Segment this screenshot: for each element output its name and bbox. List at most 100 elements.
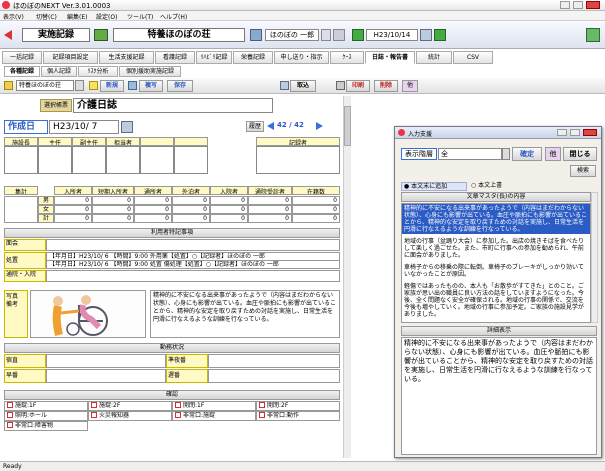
prev-page-icon[interactable] <box>267 122 274 130</box>
other-button[interactable]: 他 <box>402 80 418 92</box>
location-select[interactable]: 特養ほのぼの荘 <box>16 80 74 91</box>
detail-text[interactable]: 精神的に不安になる出来事があったようで（内容はまだわからない状態）、心身にも影響… <box>401 337 597 455</box>
panel-close-button[interactable]: 閉じる <box>563 147 597 161</box>
special-treatment-line2[interactable]: 【年月日】H23/10/ 6 【時間】9:00 処置 傷処理【処置】○【記録者】… <box>46 260 340 269</box>
stats-cell[interactable]: 0 <box>54 196 92 205</box>
tab-csv[interactable]: CSV <box>453 51 493 64</box>
date-calendar-icon[interactable] <box>121 121 133 133</box>
stats-cell[interactable]: 0 <box>134 214 172 223</box>
history-button[interactable]: 履歴 <box>246 121 264 132</box>
approval-stamp[interactable] <box>174 146 208 174</box>
panel-other-button[interactable]: 他 <box>545 147 561 161</box>
checkbox-icon[interactable] <box>7 412 13 418</box>
menu-settings[interactable]: 設定(O) <box>96 12 117 21</box>
level-dropdown-icon[interactable] <box>502 148 510 160</box>
panel-close-icon[interactable] <box>583 129 597 136</box>
back-arrow-icon[interactable] <box>4 30 12 40</box>
tab-item-settings[interactable]: 記録項目設定 <box>43 51 98 64</box>
master-scrollbar[interactable] <box>591 192 598 323</box>
tab-life-support[interactable]: 生活支援記録 <box>99 51 154 64</box>
checkbox-icon[interactable] <box>91 402 97 408</box>
date-next-icon[interactable] <box>434 29 446 41</box>
stats-cell[interactable]: 0 <box>248 196 292 205</box>
tab-diary[interactable]: 日誌・報告書 <box>365 51 415 64</box>
stats-cell[interactable]: 0 <box>172 214 210 223</box>
date-field[interactable]: H23/10/ 7 <box>49 120 119 134</box>
master-list[interactable]: 精神的に不安になる出来事があったようで（内容はまだわからない状態）、心身にも影響… <box>401 203 591 323</box>
calendar-icon[interactable] <box>420 29 432 41</box>
checkbox-icon[interactable] <box>7 402 13 408</box>
confirm-item[interactable]: 開閉:2F <box>256 401 340 411</box>
confirm-item[interactable]: 開閉:1F <box>172 401 256 411</box>
tab-bulk[interactable]: 一括記録 <box>2 51 42 64</box>
record-icon[interactable] <box>94 29 108 41</box>
location-dropdown-icon[interactable] <box>75 80 84 91</box>
activity-night-value[interactable] <box>46 354 166 368</box>
checkbox-icon[interactable] <box>91 412 97 418</box>
photo-notes[interactable]: 精神的に不安になる出来事があったようで（内容はまだわからない状態）、心身にも影響… <box>150 290 340 338</box>
checkbox-icon[interactable] <box>259 402 265 408</box>
master-list-item[interactable]: ボールゲーム中しすから転倒。体の左側面を打ち、痛みを訴えたため、湿布をして様子を… <box>402 322 590 323</box>
radio-append[interactable]: ● 本文末に追加 <box>401 182 467 191</box>
stats-cell[interactable]: 0 <box>210 214 248 223</box>
print-button[interactable]: 印刷 <box>346 80 370 92</box>
activity-early-value[interactable] <box>46 369 166 383</box>
special-visit-value[interactable] <box>46 239 340 251</box>
recorder-field[interactable] <box>256 146 340 174</box>
tab-case[interactable]: ｹｰｽ <box>330 51 364 64</box>
tab-rehab[interactable]: ﾘﾊﾋﾞﾘ記録 <box>196 51 232 64</box>
panel-maximize-icon[interactable] <box>570 129 580 136</box>
level-select[interactable]: 全 <box>438 148 502 160</box>
user-switch-icon[interactable] <box>333 29 345 41</box>
stats-cell[interactable]: 0 <box>292 205 340 214</box>
stats-cell[interactable]: 0 <box>54 214 92 223</box>
menu-tools[interactable]: ツール(T) <box>127 12 153 21</box>
stats-cell[interactable]: 0 <box>172 196 210 205</box>
stats-cell[interactable]: 0 <box>54 205 92 214</box>
confirm-item[interactable]: 照明:ホール <box>4 411 88 421</box>
copy-button[interactable]: 複写 <box>139 80 163 92</box>
stats-cell[interactable]: 0 <box>292 214 340 223</box>
scroll-thumb[interactable] <box>344 106 351 146</box>
stats-cell[interactable]: 0 <box>92 214 134 223</box>
confirm-item[interactable]: 施錠:2F <box>88 401 172 411</box>
menu-view[interactable]: 表示(V) <box>3 12 24 21</box>
import-button[interactable]: 取込 <box>290 80 316 92</box>
stats-cell[interactable]: 0 <box>292 196 340 205</box>
special-hospital-value[interactable] <box>46 270 340 282</box>
activity-semi-value[interactable] <box>208 354 340 368</box>
user-select-icon[interactable] <box>321 29 331 41</box>
checkbox-icon[interactable] <box>175 402 181 408</box>
stats-cell[interactable]: 0 <box>92 196 134 205</box>
tab-nutrition[interactable]: 栄養記録 <box>233 51 273 64</box>
main-scrollbar[interactable] <box>343 96 351 458</box>
close-icon[interactable] <box>586 1 600 9</box>
master-list-item[interactable]: 軽傷ではあったものの、本人も「お散歩がすてきた」とのこと。ご家族が思い出の職員に… <box>402 282 590 319</box>
master-list-item[interactable]: 地域の行事（盆踊り大会）に参加した。出店の焼きそばを食べたりして楽しく過ごせた。… <box>402 237 590 260</box>
approval-stamp[interactable] <box>140 146 174 174</box>
approval-stamp[interactable] <box>106 146 140 174</box>
maximize-icon[interactable] <box>573 1 583 9</box>
confirm-button[interactable]: 確定 <box>512 147 542 161</box>
confirm-item[interactable]: 火災報知器 <box>88 411 172 421</box>
master-list-item[interactable]: 精神的に不安になる出来事があったようで（内容はまだわからない状態）、心身にも影響… <box>402 204 590 234</box>
stats-cell[interactable]: 0 <box>210 196 248 205</box>
menu-help[interactable]: ヘルプ(H) <box>160 12 187 21</box>
panel-minimize-icon[interactable] <box>557 129 567 136</box>
subtab-individual[interactable]: 個別援助実施記録 <box>119 66 181 77</box>
master-list-item[interactable]: 車椅子からの移乗の際に転倒。車椅子のブレーキがしっかり効いていなかったことが原因… <box>402 263 590 279</box>
stats-cell[interactable]: 0 <box>248 214 292 223</box>
stats-cell[interactable]: 0 <box>172 205 210 214</box>
stats-cell[interactable]: 0 <box>134 205 172 214</box>
save-button[interactable]: 保存 <box>167 80 193 92</box>
stats-cell[interactable]: 0 <box>134 196 172 205</box>
activity-late-value[interactable] <box>208 369 340 383</box>
checkbox-icon[interactable] <box>259 412 265 418</box>
checkbox-icon[interactable] <box>7 422 13 428</box>
date-prev-icon[interactable] <box>352 29 364 41</box>
stats-cell[interactable]: 0 <box>210 205 248 214</box>
subtab-personal[interactable]: 個人記録 <box>41 66 77 77</box>
confirm-item[interactable]: 非常口:施錠 <box>172 411 256 421</box>
radio-overwrite[interactable]: ○ 本文上書 <box>471 182 527 191</box>
menu-switch[interactable]: 切替(C) <box>36 12 57 21</box>
